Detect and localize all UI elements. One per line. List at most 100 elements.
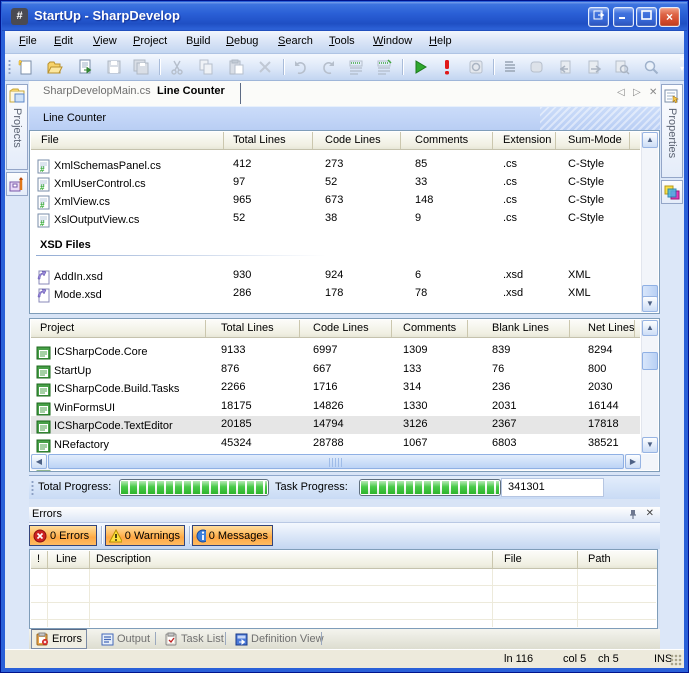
col-sum-mode[interactable]: Sum-Mode [556, 132, 630, 149]
menu-view[interactable]: View [93, 35, 117, 47]
menu-build[interactable]: Build [186, 35, 210, 47]
uncomment-region-icon[interactable] [375, 58, 394, 77]
project-row[interactable]: NRefactory 45324 28788 1067 6803 38521 [31, 435, 640, 453]
new-file-icon[interactable] [17, 58, 36, 77]
run-icon[interactable] [411, 58, 430, 77]
scroll-left-icon[interactable]: ◀ [31, 454, 47, 469]
tools-dock-tab[interactable] [6, 172, 28, 196]
app-icon: # [11, 8, 28, 25]
col-comments[interactable]: Comments [392, 320, 468, 337]
menu-tools[interactable]: Tools [329, 35, 355, 47]
file-row[interactable]: #XslOutputView.cs 52 38 9 .cs C-Style [31, 210, 640, 228]
save-all-icon[interactable] [132, 58, 151, 77]
scroll-right-icon[interactable]: ▶ [625, 454, 641, 469]
save-icon[interactable] [105, 58, 124, 77]
stop-icon[interactable] [467, 58, 486, 77]
menu-file[interactable]: File [19, 35, 37, 47]
search-icon[interactable] [642, 58, 661, 77]
tab-line-counter[interactable]: Line Counter [157, 85, 225, 97]
tab-output[interactable]: Output [97, 629, 154, 649]
toolbar-grip[interactable] [8, 59, 11, 76]
project-row[interactable]: ICSharpCode.Core 9133 6997 1309 839 8294 [31, 342, 640, 360]
undock-button[interactable] [588, 7, 609, 27]
menu-search[interactable]: Search [278, 35, 313, 47]
scroll-up-icon[interactable]: ▲ [642, 132, 658, 148]
files-table-header: File Total Lines Code Lines Comments Ext… [31, 132, 640, 150]
pin-icon[interactable] [628, 508, 638, 523]
col-comments[interactable]: Comments [401, 132, 493, 149]
tab-task-list[interactable]: Task List [161, 629, 228, 649]
file-row[interactable]: Mode.xsd 286 178 78 .xsd XML [31, 285, 640, 303]
book-prev-icon[interactable] [557, 58, 576, 77]
file-row[interactable]: #XmlUserControl.cs 97 52 33 .cs C-Style [31, 174, 640, 192]
col-code-lines[interactable]: Code Lines [300, 320, 392, 337]
file-row[interactable]: #XmlView.cs 965 673 148 .cs C-Style [31, 192, 640, 210]
menu-help[interactable]: Help [429, 35, 452, 47]
paste-icon[interactable] [227, 58, 246, 77]
col-description[interactable]: Description [90, 551, 493, 568]
tab-definition-view[interactable]: Definition View [231, 629, 328, 649]
toolbar-overflow-icon[interactable]: ≡▾ [676, 54, 688, 81]
col-file[interactable]: File [493, 551, 578, 568]
file-row[interactable]: #XmlSchemasPanel.cs 412 273 85 .cs C-Sty… [31, 156, 640, 174]
redo-icon[interactable] [320, 58, 339, 77]
errors-table-header: ! Line Description File Path [31, 551, 657, 569]
comment-region-icon[interactable] [347, 58, 366, 77]
menu-edit[interactable]: Edit [54, 35, 73, 47]
tab-scroll-right-icon[interactable]: ▷ [633, 87, 641, 98]
col-blank-lines[interactable]: Blank Lines [468, 320, 570, 337]
scroll-thumb[interactable] [642, 352, 658, 370]
errors-filter-button[interactable]: 0 Errors [29, 525, 97, 546]
col-total-lines[interactable]: Total Lines [224, 132, 313, 149]
project-row[interactable]: ICSharpCode.Build.Tasks 2266 1716 314 23… [31, 379, 640, 397]
messages-filter-button[interactable]: 0 Messages [192, 525, 273, 546]
col-file[interactable]: File [31, 132, 224, 149]
undo-icon[interactable] [291, 58, 310, 77]
open-icon[interactable] [46, 58, 65, 77]
menu-window[interactable]: Window [373, 35, 412, 47]
col-line[interactable]: Line [48, 551, 90, 568]
menu-debug[interactable]: Debug [226, 35, 258, 47]
scroll-down-icon[interactable]: ▼ [642, 437, 658, 453]
close-button[interactable]: × [659, 7, 680, 27]
col-path[interactable]: Path [578, 551, 657, 568]
open-file-icon[interactable] [76, 58, 95, 77]
scroll-down-icon[interactable]: ▼ [642, 296, 658, 312]
menu-project[interactable]: Project [133, 35, 167, 47]
list-icon[interactable] [501, 58, 520, 77]
scroll-thumb[interactable] [48, 454, 624, 469]
copy-icon[interactable] [197, 58, 216, 77]
toolbox-dock-tab[interactable] [661, 180, 683, 204]
book-next-icon[interactable] [585, 58, 604, 77]
file-row[interactable]: AddIn.xsd 930 924 6 .xsd XML [31, 267, 640, 285]
projects-dock-tab[interactable]: Projects [6, 84, 28, 170]
resize-grip[interactable] [670, 654, 682, 666]
col-project[interactable]: Project [31, 320, 206, 337]
scroll-up-icon[interactable]: ▲ [642, 320, 658, 336]
col-net-lines[interactable]: Net Lines [570, 320, 635, 337]
warnings-filter-button[interactable]: 0 Warnings [105, 525, 185, 546]
col-severity[interactable]: ! [31, 551, 48, 568]
col-extension[interactable]: Extension [493, 132, 556, 149]
tab-sharpdevelopmain[interactable]: SharpDevelopMain.cs [43, 85, 151, 97]
tab-close-icon[interactable]: ✕ [649, 87, 657, 98]
build-icon[interactable] [438, 58, 457, 77]
files-table-scrollbar[interactable]: ▲ ▼ [641, 132, 658, 312]
projects-table-scrollbar[interactable]: ▲ ▼ [641, 320, 658, 453]
delete-icon[interactable] [256, 58, 275, 77]
project-row-selected[interactable]: ICSharpCode.TextEditor 20185 14794 3126 … [31, 416, 640, 434]
minimize-button[interactable] [613, 7, 634, 27]
tab-errors[interactable]: Errors [31, 629, 87, 649]
col-total-lines[interactable]: Total Lines [206, 320, 300, 337]
properties-dock-tab[interactable]: Properties [661, 84, 683, 178]
project-row[interactable]: WinFormsUI 18175 14826 1330 2031 16144 [31, 398, 640, 416]
horizontal-scrollbar[interactable]: ◀ ▶ [31, 454, 658, 470]
col-code-lines[interactable]: Code Lines [313, 132, 401, 149]
find-in-files-icon[interactable] [613, 58, 632, 77]
maximize-button[interactable] [636, 7, 657, 27]
square-icon[interactable] [528, 58, 547, 77]
project-row[interactable]: StartUp 876 667 133 76 800 [31, 361, 640, 379]
tab-scroll-left-icon[interactable]: ◁ [617, 87, 625, 98]
close-panel-icon[interactable]: ✕ [646, 508, 654, 519]
cut-icon[interactable] [168, 58, 187, 77]
